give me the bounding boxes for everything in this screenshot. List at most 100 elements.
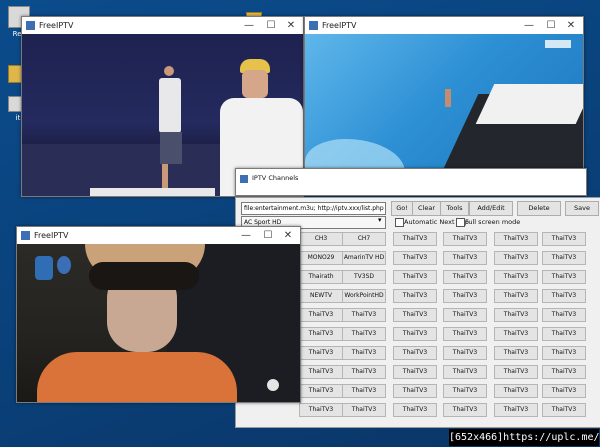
drama-titlebar[interactable]: FreeIPTV — ☐ ✕ bbox=[17, 227, 300, 244]
score-ticker bbox=[90, 188, 215, 196]
channel-button[interactable]: ThaiTV3 bbox=[393, 403, 437, 417]
channel-button[interactable]: ThaiTV3 bbox=[393, 251, 437, 265]
channel-button[interactable]: ThaiTV3 bbox=[393, 327, 437, 341]
channel-button[interactable]: CH7 bbox=[342, 232, 386, 246]
add-edit-button[interactable]: Add/Edit bbox=[469, 201, 513, 216]
channel-button[interactable]: ThaiTV3 bbox=[299, 308, 343, 322]
channel-button[interactable]: ThaiTV3 bbox=[299, 346, 343, 360]
channel-button[interactable]: ThaiTV3 bbox=[393, 289, 437, 303]
channel-button[interactable]: ThaiTV3 bbox=[393, 270, 437, 284]
channel-button[interactable]: ThaiTV3 bbox=[393, 232, 437, 246]
channel-button[interactable]: ThaiTV3 bbox=[443, 232, 487, 246]
channel-button[interactable]: WorkPointHD bbox=[342, 289, 386, 303]
channel-button[interactable]: ThaiTV3 bbox=[443, 270, 487, 284]
channel-button[interactable]: ThaiTV3 bbox=[542, 327, 586, 341]
tools-button[interactable]: Tools bbox=[440, 201, 469, 216]
channel-button[interactable]: ThaiTV3 bbox=[342, 365, 386, 379]
channel-button[interactable]: ThaiTV3 bbox=[542, 270, 586, 284]
save-button[interactable]: Save bbox=[565, 201, 599, 216]
maximize-button[interactable]: ☐ bbox=[541, 18, 561, 33]
full-screen-label: Full screen mode bbox=[465, 218, 521, 226]
channel-button[interactable]: ThaiTV3 bbox=[443, 365, 487, 379]
channel-button[interactable]: ThaiTV3 bbox=[299, 403, 343, 417]
window-title: IPTV Channels bbox=[252, 174, 299, 182]
channel-button[interactable]: ThaiTV3 bbox=[299, 384, 343, 398]
channel-button[interactable]: ThaiTV3 bbox=[542, 346, 586, 360]
channel-button[interactable]: ThaiTV3 bbox=[342, 384, 386, 398]
channel-button[interactable]: ThaiTV3 bbox=[299, 365, 343, 379]
drama-video bbox=[17, 244, 300, 402]
playlist-url-input[interactable]: file:entertainment.m3u; http://iptv.xxx/… bbox=[241, 202, 386, 215]
channel-button[interactable]: ThaiTV3 bbox=[443, 251, 487, 265]
window-title: FreeIPTV bbox=[39, 21, 74, 30]
channel-button[interactable]: CH3 bbox=[299, 232, 343, 246]
close-button[interactable]: ✕ bbox=[278, 228, 298, 243]
pool-titlebar[interactable]: FreeIPTV — ☐ ✕ bbox=[305, 17, 583, 34]
app-icon bbox=[26, 21, 35, 30]
channel-button[interactable]: ThaiTV3 bbox=[494, 327, 538, 341]
channel-button[interactable]: ThaiTV3 bbox=[342, 327, 386, 341]
close-button[interactable]: ✕ bbox=[281, 18, 301, 33]
auto-next-checkbox[interactable] bbox=[395, 218, 404, 227]
coach-face bbox=[242, 70, 268, 98]
channel-button[interactable]: ThaiTV3 bbox=[494, 251, 538, 265]
channel-button[interactable]: ThaiTV3 bbox=[494, 308, 538, 322]
close-button[interactable]: ✕ bbox=[561, 18, 581, 33]
player-shirt bbox=[159, 78, 181, 133]
channel-button[interactable]: ThaiTV3 bbox=[542, 289, 586, 303]
clear-button[interactable]: Clear bbox=[412, 201, 441, 216]
channel-button[interactable]: NEWTV bbox=[299, 289, 343, 303]
tennis-titlebar[interactable]: FreeIPTV — ☐ ✕ bbox=[22, 17, 303, 34]
channel-button[interactable]: ThaiTV3 bbox=[542, 403, 586, 417]
channel-button[interactable]: ThaiTV3 bbox=[342, 308, 386, 322]
chevron-down-icon[interactable]: ▾ bbox=[378, 216, 382, 224]
app-icon bbox=[309, 21, 318, 30]
channel-button[interactable]: ThaiTV3 bbox=[494, 384, 538, 398]
channel-button[interactable]: ThaiTV3 bbox=[494, 232, 538, 246]
channel-button[interactable]: ThaiTV3 bbox=[393, 346, 437, 360]
channel-button[interactable]: ThaiTV3 bbox=[443, 403, 487, 417]
full-screen-checkbox[interactable] bbox=[456, 218, 465, 227]
channel-button[interactable]: ThaiTV3 bbox=[342, 403, 386, 417]
minimize-button[interactable]: — bbox=[239, 18, 259, 33]
iptv-channels-titlebar[interactable]: IPTV Channels bbox=[236, 169, 586, 195]
headband bbox=[89, 262, 199, 290]
drama-window[interactable]: FreeIPTV — ☐ ✕ bbox=[16, 226, 301, 403]
window-title: FreeIPTV bbox=[322, 21, 357, 30]
app-icon bbox=[21, 231, 30, 240]
maximize-button[interactable]: ☐ bbox=[258, 228, 278, 243]
channel-button[interactable]: ThaiTV3 bbox=[443, 327, 487, 341]
channel-button[interactable]: ThaiTV3 bbox=[494, 270, 538, 284]
go-button[interactable]: Go! bbox=[391, 201, 413, 216]
channel-button[interactable]: TV3SD bbox=[342, 270, 386, 284]
channel-button[interactable]: ThaiTV3 bbox=[443, 289, 487, 303]
channel-button[interactable]: ThaiTV3 bbox=[393, 308, 437, 322]
channel-button[interactable]: ThaiTV3 bbox=[542, 232, 586, 246]
channel-button[interactable]: ThaiTV3 bbox=[342, 346, 386, 360]
channel-button[interactable]: MONO29 bbox=[299, 251, 343, 265]
channel-button[interactable]: ThaiTV3 bbox=[542, 251, 586, 265]
channel-button[interactable]: ThaiTV3 bbox=[443, 384, 487, 398]
maximize-button[interactable]: ☐ bbox=[261, 18, 281, 33]
channel-button[interactable]: Thairath bbox=[299, 270, 343, 284]
minimize-button[interactable]: — bbox=[236, 228, 256, 243]
channel-button[interactable]: ThaiTV3 bbox=[443, 308, 487, 322]
channel-button[interactable]: ThaiTV3 bbox=[542, 365, 586, 379]
iptv-channels-window[interactable]: IPTV Channels bbox=[235, 168, 587, 196]
minimize-button[interactable]: — bbox=[519, 18, 539, 33]
ch3-logo bbox=[267, 379, 279, 391]
channel-button[interactable]: AmarinTV HD bbox=[342, 251, 386, 265]
channel-button[interactable]: ThaiTV3 bbox=[542, 384, 586, 398]
channel-badge bbox=[57, 256, 71, 274]
channel-button[interactable]: ThaiTV3 bbox=[494, 289, 538, 303]
channel-button[interactable]: ThaiTV3 bbox=[393, 384, 437, 398]
channel-button[interactable]: ThaiTV3 bbox=[494, 403, 538, 417]
channel-button[interactable]: ThaiTV3 bbox=[494, 346, 538, 360]
channel-button[interactable]: ThaiTV3 bbox=[494, 365, 538, 379]
channel-button[interactable]: ThaiTV3 bbox=[542, 308, 586, 322]
delete-button[interactable]: Delete bbox=[517, 201, 561, 216]
channel-button[interactable]: ThaiTV3 bbox=[299, 327, 343, 341]
channel-logo bbox=[35, 256, 53, 280]
channel-button[interactable]: ThaiTV3 bbox=[443, 346, 487, 360]
channel-button[interactable]: ThaiTV3 bbox=[393, 365, 437, 379]
